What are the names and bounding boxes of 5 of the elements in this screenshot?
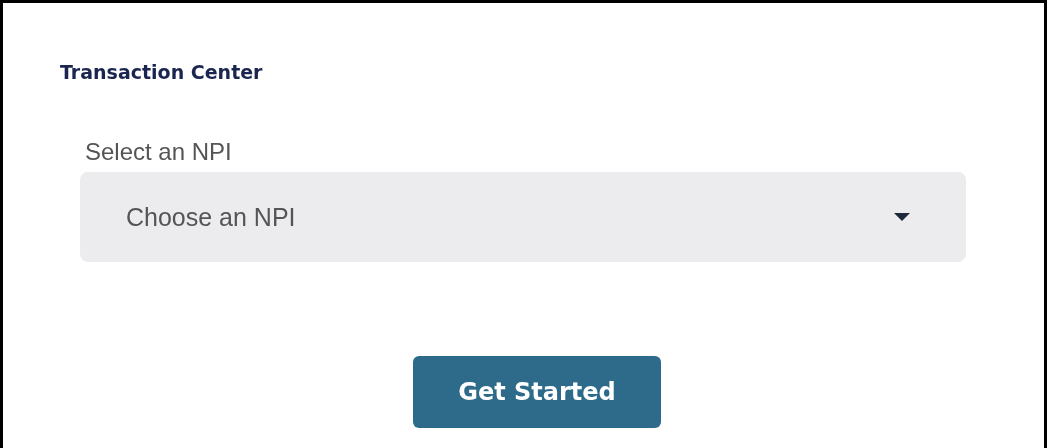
caret-icon xyxy=(894,213,910,221)
get-started-button[interactable]: Get Started xyxy=(413,356,661,428)
section-title: Transaction Center xyxy=(60,61,264,83)
field-label: Select an NPI xyxy=(85,138,233,166)
npi-dropdown[interactable]: Choose an NPI xyxy=(80,172,966,262)
